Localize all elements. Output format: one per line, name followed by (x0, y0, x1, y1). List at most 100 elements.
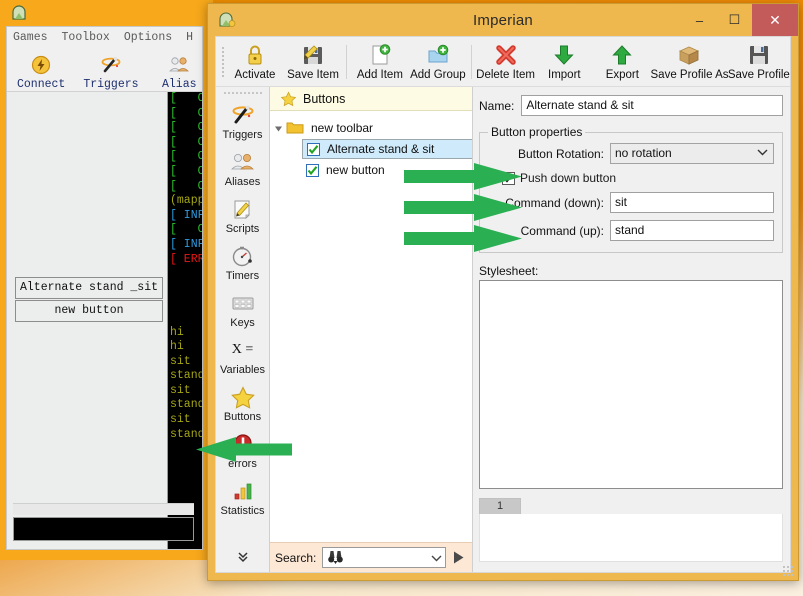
rail-item-keys[interactable]: Keys (216, 286, 270, 333)
rail-item-timers[interactable]: Timers (216, 239, 270, 286)
people-icon (157, 54, 202, 76)
dialog-toolbar[interactable]: Activate Save Item Add Item Add Group De… (216, 37, 790, 87)
bg-toolbar-triggers[interactable]: Triggers (83, 54, 139, 91)
mud-buttons-panel[interactable]: Alternate stand _sit new button (15, 277, 163, 323)
menu-options[interactable]: Options (124, 31, 172, 44)
rail-drag-grip[interactable] (223, 89, 263, 97)
dialog-client-area: Activate Save Item Add Item Add Group De… (215, 36, 791, 573)
import-down-arrow-icon (552, 42, 576, 67)
folder-icon (286, 121, 304, 135)
rail-item-triggers[interactable]: Triggers (216, 98, 270, 145)
tree-item-label: new button (326, 163, 385, 177)
bottom-tab-panel[interactable] (479, 514, 783, 562)
toolbar-separator (346, 44, 347, 79)
terminal-line: [ OK (170, 179, 202, 193)
package-box-icon (677, 42, 701, 67)
command-input[interactable] (13, 517, 194, 541)
rail-item-keys-label: Keys (230, 316, 255, 329)
tree-header-label: Buttons (303, 91, 346, 106)
terminal-line: [ OK (170, 92, 202, 105)
command-down-field[interactable]: sit (610, 192, 774, 213)
rail-item-errors[interactable]: errors (216, 427, 270, 474)
tab-1[interactable]: 1 (479, 498, 521, 514)
rail-item-aliases-label: Aliases (224, 175, 261, 188)
category-rail[interactable]: Triggers Aliases Scripts Timers Keys X =… (216, 87, 270, 572)
command-up-field[interactable]: stand (610, 220, 774, 241)
pushdown-checkbox[interactable] (502, 171, 515, 185)
rail-item-buttons-label: Buttons (223, 410, 262, 423)
export-button[interactable]: Export (593, 38, 651, 86)
save-profile-as-button[interactable]: Save Profile As (650, 38, 729, 86)
save-item-button[interactable]: Save Item (284, 38, 342, 86)
keyboard-icon (230, 291, 256, 316)
toolbar-drag-grip[interactable] (219, 43, 226, 81)
play-triangle-icon[interactable] (452, 550, 467, 565)
add-item-button[interactable]: Add Item (351, 38, 409, 86)
background-status-line (13, 503, 194, 515)
tree-item-new-button[interactable]: new button (270, 159, 472, 181)
bg-toolbar-connect[interactable]: Connect (17, 54, 65, 91)
background-toolbar[interactable]: Connect Triggers Alias (7, 48, 202, 92)
menu-games[interactable]: Games (13, 31, 48, 44)
imperian-settings-window[interactable]: Imperian – ☐ ✕ Activate Save Item Add It… (207, 3, 799, 581)
export-up-arrow-icon (610, 42, 634, 67)
close-button[interactable]: ✕ (752, 4, 798, 36)
checkbox-checked-icon[interactable] (306, 163, 319, 177)
chevron-down-icon[interactable] (757, 144, 768, 163)
bg-toolbar-connect-label: Connect (17, 78, 66, 91)
save-profile-as-label: Save Profile As (650, 69, 729, 81)
menu-toolbox[interactable]: Toolbox (62, 31, 110, 44)
menu-help[interactable]: H (186, 31, 193, 44)
activate-button[interactable]: Activate (226, 38, 284, 86)
add-group-button[interactable]: Add Group (409, 38, 467, 86)
rail-item-aliases[interactable]: Aliases (216, 145, 270, 192)
mud-button-alternate-stand-sit[interactable]: Alternate stand _sit (15, 277, 163, 299)
note-pencil-icon (230, 197, 256, 222)
buttons-tree[interactable]: new toolbar Alternate stand & sit new bu… (270, 111, 472, 542)
rail-item-scripts[interactable]: Scripts (216, 192, 270, 239)
rail-expand-chevron-down-icon[interactable] (216, 551, 270, 566)
dialog-titlebar[interactable]: Imperian – ☐ ✕ (208, 4, 798, 36)
rail-item-variables[interactable]: X = Variables (216, 333, 270, 380)
chevron-down-icon[interactable] (431, 548, 442, 567)
save-item-label: Save Item (287, 69, 339, 81)
stylesheet-section: Stylesheet: (479, 264, 783, 489)
rail-item-statistics[interactable]: Statistics (216, 474, 270, 521)
background-menubar[interactable]: Games Toolbox Options H (7, 27, 202, 48)
terminal-line: [ OK (170, 106, 202, 120)
delete-item-button[interactable]: Delete Item (476, 38, 536, 86)
rail-item-buttons[interactable]: Buttons (216, 380, 270, 427)
import-button[interactable]: Import (535, 38, 593, 86)
search-input[interactable] (322, 547, 446, 568)
name-field[interactable]: Alternate stand & sit (521, 95, 783, 116)
bottom-tabstrip[interactable]: 1 (479, 498, 783, 514)
search-label: Search: (275, 550, 317, 565)
bg-toolbar-aliases[interactable]: Alias (157, 54, 202, 91)
tree-item-alternate-stand-sit[interactable]: Alternate stand & sit (302, 139, 472, 159)
checkbox-checked-icon[interactable] (307, 142, 320, 156)
resize-grip[interactable] (783, 566, 794, 577)
maximize-button[interactable]: ☐ (717, 4, 752, 36)
rail-item-timers-label: Timers (225, 269, 260, 282)
minimize-button[interactable]: – (682, 4, 717, 36)
background-window-titlebar[interactable] (0, 0, 211, 26)
terminal-line: [ INFO (170, 208, 202, 222)
terminal-line: stand (170, 369, 202, 383)
save-profile-button[interactable]: Save Profile (728, 38, 790, 86)
background-left-pane: Alternate stand _sit new button (7, 92, 168, 549)
terminal-output[interactable]: [ OK [ OK [ OK [ OK [ OK [ OK [ OK (mapp… (168, 92, 202, 549)
window-controls[interactable]: – ☐ ✕ (682, 4, 798, 36)
background-mud-client-window[interactable]: Games Toolbox Options H Connect Triggers… (0, 0, 213, 560)
bg-toolbar-triggers-label: Triggers (83, 78, 139, 91)
delete-item-label: Delete Item (476, 69, 535, 81)
pushdown-row[interactable]: Push down button (488, 171, 774, 185)
mud-button-new-button[interactable]: new button (15, 300, 163, 322)
expand-triangle-icon[interactable] (270, 124, 286, 133)
stopwatch-icon (230, 244, 256, 269)
rotation-select[interactable]: no rotation (610, 143, 774, 164)
tree-group-new-toolbar[interactable]: new toolbar (270, 117, 472, 139)
terminal-line: [ OK (170, 121, 202, 135)
stylesheet-editor[interactable] (479, 280, 783, 489)
imperian-app-icon (218, 11, 236, 29)
